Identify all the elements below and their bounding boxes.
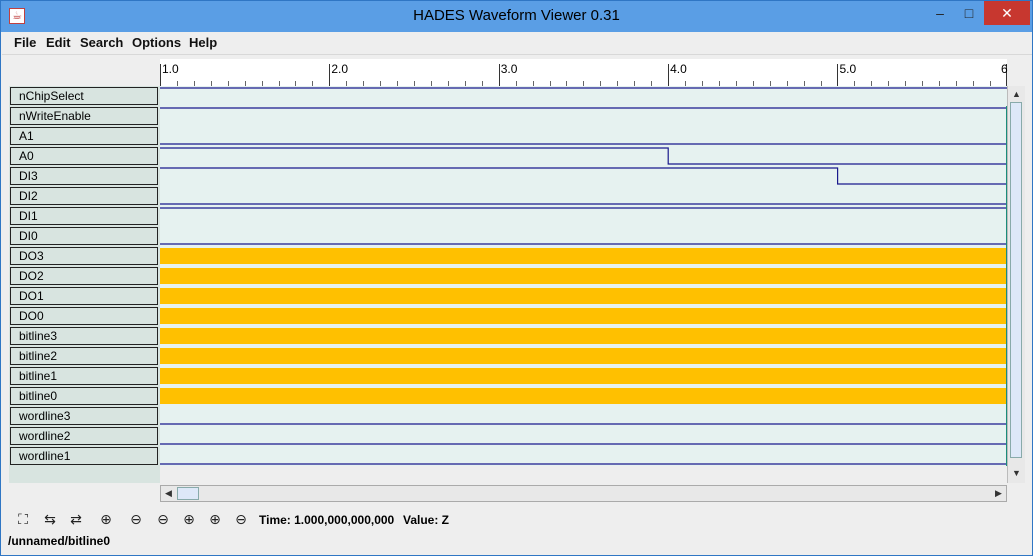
scroll-down-icon[interactable]: ▼ [1012, 468, 1021, 478]
signal-name-di0[interactable]: DI0 [10, 227, 158, 245]
signal-name-list: nChipSelect nWriteEnable A1 A0 DI3 DI2 DI1 DI0 D… [9, 86, 160, 483]
zoom-region-icon[interactable]: ⇆ [40, 509, 60, 529]
ruler-major-tick [668, 64, 670, 86]
title-bar[interactable]: ☕ HADES Waveform Viewer 0.31 – □ ✕ [1, 1, 1032, 32]
time-readout: Time: 1.000,000,000,000 [259, 513, 395, 527]
scroll-right-icon[interactable]: ▶ [995, 488, 1002, 499]
ruler-label: 5.0 [839, 62, 857, 76]
signal-name-a0[interactable]: A0 [10, 147, 158, 165]
vertical-scrollbar[interactable]: ▲ ▼ [1007, 86, 1025, 483]
wave-bitline0 [160, 388, 1007, 404]
wave-bitline2 [160, 348, 1007, 364]
zoom-in-2-icon[interactable]: ⊕ [179, 509, 199, 529]
wave-bitline1 [160, 368, 1007, 384]
signal-name-di3[interactable]: DI3 [10, 167, 158, 185]
zoom-out-icon[interactable]: ⊖ [126, 509, 146, 529]
ruler-label: 3.0 [500, 62, 518, 76]
signal-name-do1[interactable]: DO1 [10, 287, 158, 305]
menu-options[interactable]: Options [132, 35, 181, 50]
ruler-major-tick [160, 64, 161, 86]
wave-do0 [160, 308, 1007, 324]
zoom-prev-icon[interactable]: ⇄ [66, 509, 86, 529]
time-ruler[interactable]: 1.0 2.0 3.0 4.0 5.0 6 [160, 59, 1008, 87]
signal-name-do2[interactable]: DO2 [10, 267, 158, 285]
vertical-scroll-thumb[interactable] [1010, 102, 1022, 458]
signal-name-wordline2[interactable]: wordline2 [10, 427, 158, 445]
ruler-major-tick [837, 64, 839, 86]
scroll-left-icon[interactable]: ◀ [165, 488, 172, 499]
status-path: /unnamed/bitline0 [8, 534, 111, 548]
ruler-major-tick [329, 64, 331, 86]
wave-di3 [160, 167, 1007, 185]
signal-name-do0[interactable]: DO0 [10, 307, 158, 325]
ruler-label: 2.0 [331, 62, 349, 76]
signal-name-di1[interactable]: DI1 [10, 207, 158, 225]
close-button[interactable]: ✕ [984, 1, 1030, 25]
signal-name-bitline0[interactable]: bitline0 [10, 387, 158, 405]
waveform-area[interactable] [160, 86, 1007, 466]
menu-edit[interactable]: Edit [46, 35, 71, 50]
ruler-label: 1.0 [162, 62, 179, 76]
horizontal-scroll-thumb[interactable] [177, 487, 199, 500]
signal-name-do3[interactable]: DO3 [10, 247, 158, 265]
wave-do2 [160, 268, 1007, 284]
zoom-out-3-icon[interactable]: ⊖ [231, 509, 251, 529]
ruler-major-tick [498, 64, 500, 86]
signal-name-wordline3[interactable]: wordline3 [10, 407, 158, 425]
signal-name-bitline2[interactable]: bitline2 [10, 347, 158, 365]
signal-name-nwriteenable[interactable]: nWriteEnable [10, 107, 158, 125]
horizontal-scrollbar[interactable]: ◀ ▶ [160, 485, 1007, 502]
wave-bitline3 [160, 328, 1007, 344]
maximize-button[interactable]: □ [954, 1, 984, 25]
zoom-fit-icon[interactable]: ⛶ [13, 509, 33, 529]
zoom-out-2-icon[interactable]: ⊖ [153, 509, 173, 529]
signal-name-wordline1[interactable]: wordline1 [10, 447, 158, 465]
app-window: ☕ HADES Waveform Viewer 0.31 – □ ✕ File … [0, 0, 1033, 556]
signal-name-bitline1[interactable]: bitline1 [10, 367, 158, 385]
signal-name-di2[interactable]: DI2 [10, 187, 158, 205]
scroll-up-icon[interactable]: ▲ [1012, 89, 1021, 99]
signal-name-bitline3[interactable]: bitline3 [10, 327, 158, 345]
ruler-label: 6 [1001, 62, 1008, 76]
menu-file[interactable]: File [14, 35, 36, 50]
minimize-button[interactable]: – [925, 1, 955, 25]
zoom-in-3-icon[interactable]: ⊕ [205, 509, 225, 529]
menu-bar: File Edit Search Options Help [2, 32, 1032, 55]
wave-do1 [160, 288, 1007, 304]
zoom-in-icon[interactable]: ⊕ [96, 509, 116, 529]
signal-name-nchipselect[interactable]: nChipSelect [10, 87, 158, 105]
value-readout: Value: Z [403, 513, 450, 527]
menu-search[interactable]: Search [80, 35, 123, 50]
signal-name-a1[interactable]: A1 [10, 127, 158, 145]
window-title: HADES Waveform Viewer 0.31 [413, 7, 620, 24]
ruler-label: 4.0 [670, 62, 687, 76]
menu-help[interactable]: Help [189, 35, 217, 50]
wave-a0 [160, 147, 1007, 165]
wave-do3 [160, 248, 1007, 264]
